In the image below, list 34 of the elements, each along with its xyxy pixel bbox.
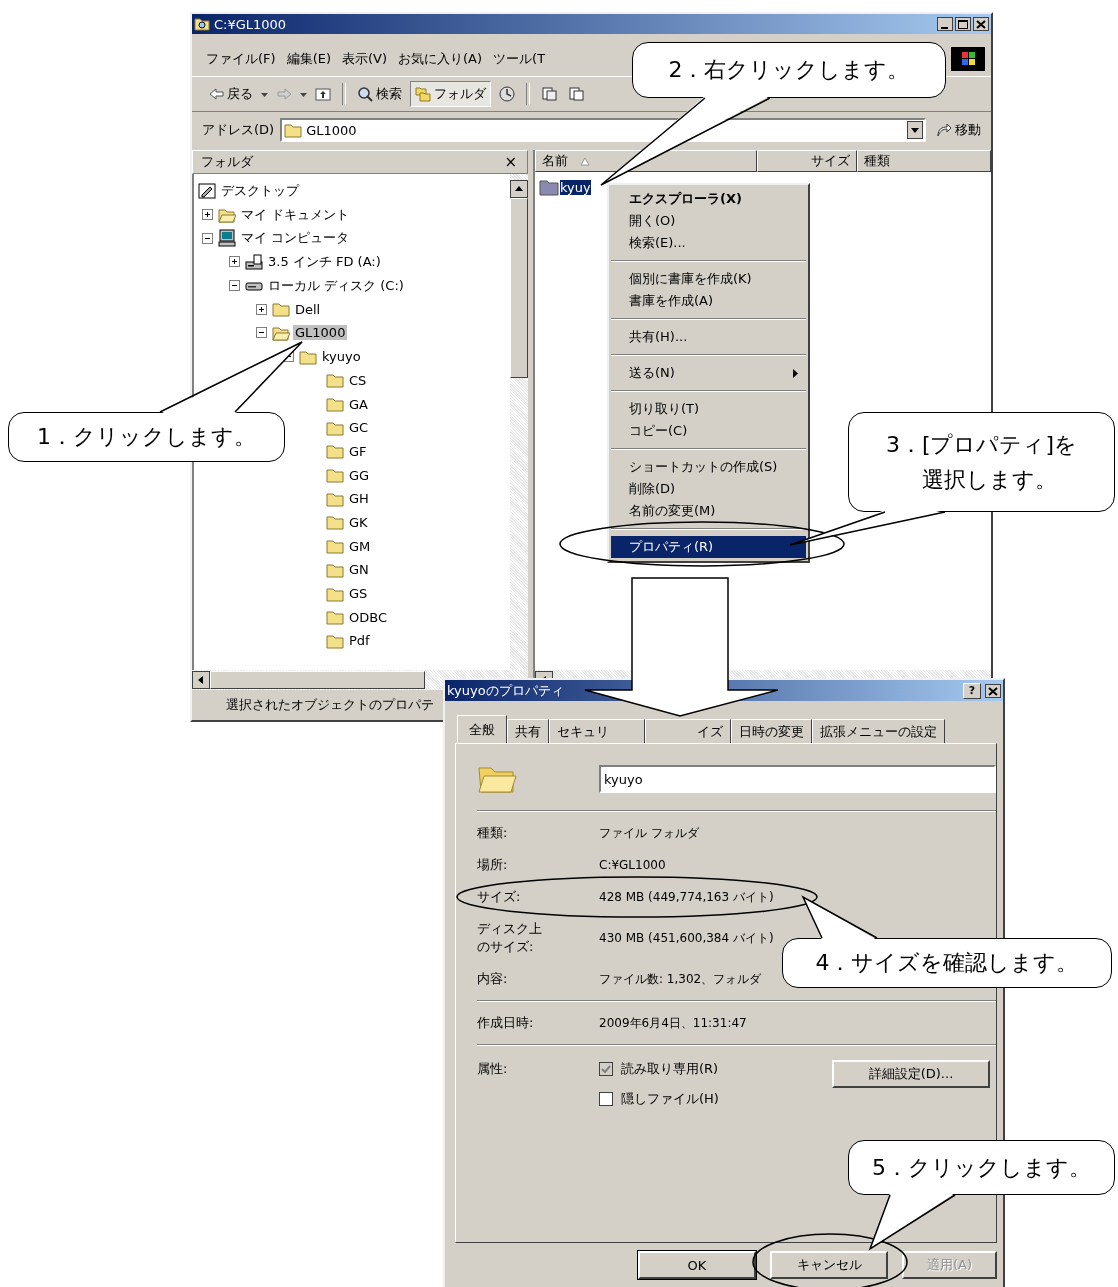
checkbox-label: 読み取り専用(R) [621, 1060, 719, 1078]
column-title: サイズ [811, 152, 850, 170]
button-label: 検索 [376, 85, 402, 103]
property-label: 種類: [477, 824, 509, 842]
checkbox-label: 隠しファイル(H) [621, 1090, 719, 1108]
callout-text: 1．クリックします。 [37, 423, 256, 452]
property-value: C:¥GL1000 [599, 858, 667, 872]
property-value: 430 MB (451,600,384 バイト) [599, 929, 775, 947]
button-label: 戻る [227, 85, 253, 103]
property-label: ディスク上のサイズ: [477, 920, 543, 956]
property-value: 428 MB (449,774,163 バイト) [599, 888, 775, 906]
dialog-title: kyuyoのプロパティ [447, 681, 564, 700]
property-value: ファイル フォルダ [599, 824, 700, 842]
property-label: 属性: [477, 1060, 509, 1078]
property-label: 場所: [477, 856, 509, 874]
column-title: 名前 [542, 152, 568, 170]
pane-title: フォルダ [201, 153, 253, 171]
callout-text: 選択します。 [921, 466, 1057, 494]
callout-text: 2．右クリックします。 [668, 56, 910, 85]
window-title: C:¥GL1000 [214, 16, 287, 32]
property-label: 内容: [477, 970, 509, 988]
property-label: 作成日時: [477, 1014, 535, 1032]
property-label: サイズ: [477, 888, 522, 906]
go-label: 移動 [955, 121, 981, 139]
status-text: 選択されたオブジェクトのプロパテ [226, 696, 434, 714]
address-value: GL1000 [306, 122, 357, 138]
property-value: 2009年6月4日、11:31:47 [599, 1014, 748, 1032]
column-title: 種類 [864, 152, 890, 170]
property-value: ファイル数: 1,302、フォルダ [599, 970, 763, 988]
button-label: フォルダ [434, 85, 486, 103]
address-label: アドレス(D) [202, 121, 275, 139]
callout-text: 3．[プロパティ]を [885, 430, 1078, 459]
callout-text: 4．サイズを確認します。 [815, 949, 1079, 978]
callout-text: 5．クリックします。 [872, 1153, 1091, 1182]
